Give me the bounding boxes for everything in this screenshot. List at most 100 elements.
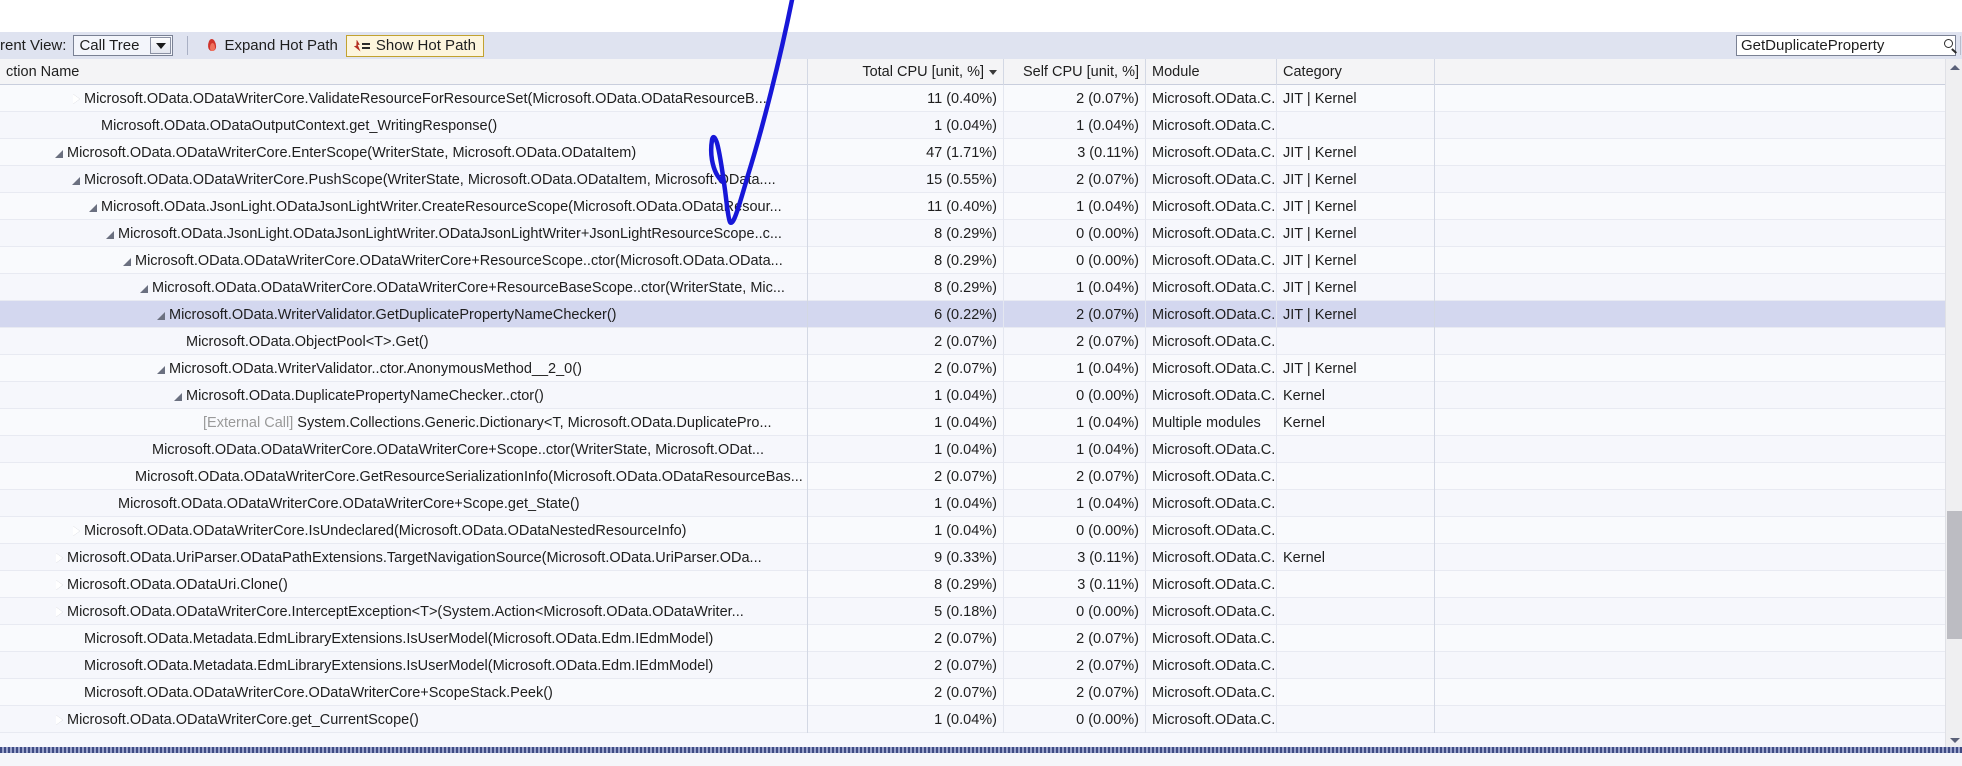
column-header-ction-name[interactable]: ction Name: [0, 59, 808, 85]
cell-function-name[interactable]: Microsoft.OData.DuplicatePropertyNameChe…: [0, 382, 808, 409]
collapse-triangle-icon[interactable]: [170, 382, 186, 409]
table-row[interactable]: Microsoft.OData.ODataWriterCore.ODataWri…: [0, 274, 1962, 301]
cell-function-name[interactable]: Microsoft.OData.ODataWriterCore.GetResou…: [0, 463, 808, 490]
toolbar: rent View: Call Tree Expand Hot Path Sho…: [0, 32, 1962, 59]
cell-total-cpu: 1 (0.04%): [808, 517, 1004, 544]
column-header-blank[interactable]: [1435, 59, 1962, 85]
cell-function-name[interactable]: Microsoft.OData.ODataWriterCore.EnterSco…: [0, 139, 808, 166]
table-row[interactable]: Microsoft.OData.ODataWriterCore.Intercep…: [0, 598, 1962, 625]
table-row[interactable]: Microsoft.OData.ODataWriterCore.Validate…: [0, 85, 1962, 112]
column-header-total-cpu-unit[interactable]: Total CPU [unit, %]: [808, 59, 1004, 85]
expand-triangle-icon[interactable]: [68, 85, 84, 112]
cell-function-name[interactable]: Microsoft.OData.ODataWriterCore.Validate…: [0, 85, 808, 112]
expand-triangle-icon[interactable]: [51, 706, 67, 733]
cell-function-name[interactable]: Microsoft.OData.ODataWriterCore.ODataWri…: [0, 247, 808, 274]
cell-module: Microsoft.OData.C...: [1146, 598, 1277, 625]
function-name-text: Microsoft.OData.ODataWriterCore.ODataWri…: [118, 495, 580, 512]
collapse-triangle-icon[interactable]: [102, 220, 118, 247]
cell-total-cpu: 11 (0.40%): [808, 193, 1004, 220]
cell-function-name[interactable]: Microsoft.OData.ODataWriterCore.Intercep…: [0, 598, 808, 625]
cell-module: Microsoft.OData.C...: [1146, 517, 1277, 544]
collapse-triangle-icon[interactable]: [68, 166, 84, 193]
table-row[interactable]: Microsoft.OData.ODataWriterCore.PushScop…: [0, 166, 1962, 193]
horizontal-scrollbar-track[interactable]: [0, 747, 1962, 766]
search-icon[interactable]: [1942, 37, 1960, 55]
expand-hot-path-button[interactable]: Expand Hot Path: [198, 35, 345, 57]
chevron-down-icon[interactable]: [150, 37, 172, 54]
table-row[interactable]: Microsoft.OData.DuplicatePropertyNameChe…: [0, 382, 1962, 409]
table-row[interactable]: Microsoft.OData.ODataWriterCore.ODataWri…: [0, 436, 1962, 463]
table-row[interactable]: Microsoft.OData.WriterValidator..ctor.An…: [0, 355, 1962, 382]
search-box[interactable]: [1736, 35, 1961, 56]
cell-function-name[interactable]: Microsoft.OData.ODataUri.Clone(): [0, 571, 808, 598]
function-name-text: Microsoft.OData.DuplicatePropertyNameChe…: [186, 387, 544, 404]
cell-function-name[interactable]: Microsoft.OData.ODataWriterCore.ODataWri…: [0, 679, 808, 706]
cell-category: [1277, 328, 1435, 355]
expand-hot-path-label: Expand Hot Path: [224, 37, 338, 54]
cell-function-name[interactable]: Microsoft.OData.Metadata.EdmLibraryExten…: [0, 625, 808, 652]
table-row[interactable]: Microsoft.OData.JsonLight.ODataJsonLight…: [0, 193, 1962, 220]
table-row[interactable]: Microsoft.OData.ODataWriterCore.EnterSco…: [0, 139, 1962, 166]
scroll-up-arrow-icon[interactable]: [1946, 59, 1962, 76]
current-view-label: rent View:: [0, 37, 67, 54]
collapse-triangle-icon[interactable]: [153, 355, 169, 382]
collapse-triangle-icon[interactable]: [153, 301, 169, 328]
cell-total-cpu: 2 (0.07%): [808, 463, 1004, 490]
cell-module: Microsoft.OData.C...: [1146, 382, 1277, 409]
vertical-scrollbar-thumb[interactable]: [1947, 511, 1962, 639]
cell-function-name[interactable]: Microsoft.OData.ODataWriterCore.PushScop…: [0, 166, 808, 193]
cell-function-name[interactable]: Microsoft.OData.ODataWriterCore.IsUndecl…: [0, 517, 808, 544]
search-input[interactable]: [1737, 36, 1942, 55]
cell-function-name[interactable]: Microsoft.OData.ODataWriterCore.ODataWri…: [0, 490, 808, 517]
table-row[interactable]: Microsoft.OData.ODataWriterCore.IsUndecl…: [0, 517, 1962, 544]
table-row[interactable]: Microsoft.OData.ODataWriterCore.get_Curr…: [0, 706, 1962, 733]
expand-triangle-icon[interactable]: [51, 598, 67, 625]
cell-function-name[interactable]: Microsoft.OData.ODataWriterCore.get_Curr…: [0, 706, 808, 733]
cell-module: Microsoft.OData.C...: [1146, 355, 1277, 382]
table-row[interactable]: Microsoft.OData.ODataWriterCore.ODataWri…: [0, 490, 1962, 517]
cell-function-name[interactable]: Microsoft.OData.WriterValidator.GetDupli…: [0, 301, 808, 328]
table-row[interactable]: Microsoft.OData.ODataOutputContext.get_W…: [0, 112, 1962, 139]
cell-total-cpu: 1 (0.04%): [808, 112, 1004, 139]
function-name-text: Microsoft.OData.ObjectPool<T>.Get(): [186, 333, 429, 350]
collapse-triangle-icon[interactable]: [85, 193, 101, 220]
cell-category: JIT | Kernel: [1277, 220, 1435, 247]
cell-function-name[interactable]: Microsoft.OData.JsonLight.ODataJsonLight…: [0, 220, 808, 247]
column-header-module[interactable]: Module: [1146, 59, 1277, 85]
cell-function-name[interactable]: Microsoft.OData.WriterValidator..ctor.An…: [0, 355, 808, 382]
collapse-triangle-icon[interactable]: [51, 139, 67, 166]
cell-function-name[interactable]: Microsoft.OData.ODataWriterCore.ODataWri…: [0, 274, 808, 301]
table-row[interactable]: Microsoft.OData.JsonLight.ODataJsonLight…: [0, 220, 1962, 247]
show-hot-path-button[interactable]: Show Hot Path: [345, 34, 484, 57]
table-row[interactable]: Microsoft.OData.ODataWriterCore.ODataWri…: [0, 247, 1962, 274]
table-row[interactable]: [External Call] System.Collections.Gener…: [0, 409, 1962, 436]
table-row[interactable]: Microsoft.OData.ObjectPool<T>.Get() 2 (0.…: [0, 328, 1962, 355]
cell-function-name[interactable]: [External Call] System.Collections.Gener…: [0, 409, 808, 436]
table-row[interactable]: Microsoft.OData.ODataWriterCore.GetResou…: [0, 463, 1962, 490]
column-header-self-cpu-unit[interactable]: Self CPU [unit, %]: [1004, 59, 1146, 85]
expand-triangle-icon[interactable]: [51, 544, 67, 571]
table-row[interactable]: Microsoft.OData.ODataUri.Clone() 8 (0.29%…: [0, 571, 1962, 598]
expand-triangle-icon[interactable]: [68, 517, 84, 544]
column-header-category[interactable]: Category: [1277, 59, 1435, 85]
table-row[interactable]: Microsoft.OData.WriterValidator.GetDupli…: [0, 301, 1962, 328]
vertical-scrollbar[interactable]: [1945, 59, 1962, 749]
cell-function-name[interactable]: Microsoft.OData.UriParser.ODataPathExten…: [0, 544, 808, 571]
cell-module: Microsoft.OData.C...: [1146, 85, 1277, 112]
collapse-triangle-icon[interactable]: [136, 274, 152, 301]
cell-function-name[interactable]: Microsoft.OData.Metadata.EdmLibraryExten…: [0, 652, 808, 679]
current-view-select[interactable]: Call Tree: [73, 35, 174, 56]
horizontal-scrollbar-thumb[interactable]: [0, 747, 1962, 753]
table-row[interactable]: Microsoft.OData.Metadata.EdmLibraryExten…: [0, 625, 1962, 652]
table-row[interactable]: Microsoft.OData.ODataWriterCore.ODataWri…: [0, 679, 1962, 706]
cell-function-name[interactable]: Microsoft.OData.ObjectPool<T>.Get(): [0, 328, 808, 355]
table-row[interactable]: Microsoft.OData.UriParser.ODataPathExten…: [0, 544, 1962, 571]
table-row[interactable]: Microsoft.OData.Metadata.EdmLibraryExten…: [0, 652, 1962, 679]
cell-function-name[interactable]: Microsoft.OData.JsonLight.ODataJsonLight…: [0, 193, 808, 220]
expand-triangle-icon[interactable]: [51, 571, 67, 598]
cell-function-name[interactable]: Microsoft.OData.ODataOutputContext.get_W…: [0, 112, 808, 139]
collapse-triangle-icon[interactable]: [119, 247, 135, 274]
cell-category: JIT | Kernel: [1277, 166, 1435, 193]
cell-function-name[interactable]: Microsoft.OData.ODataWriterCore.ODataWri…: [0, 436, 808, 463]
